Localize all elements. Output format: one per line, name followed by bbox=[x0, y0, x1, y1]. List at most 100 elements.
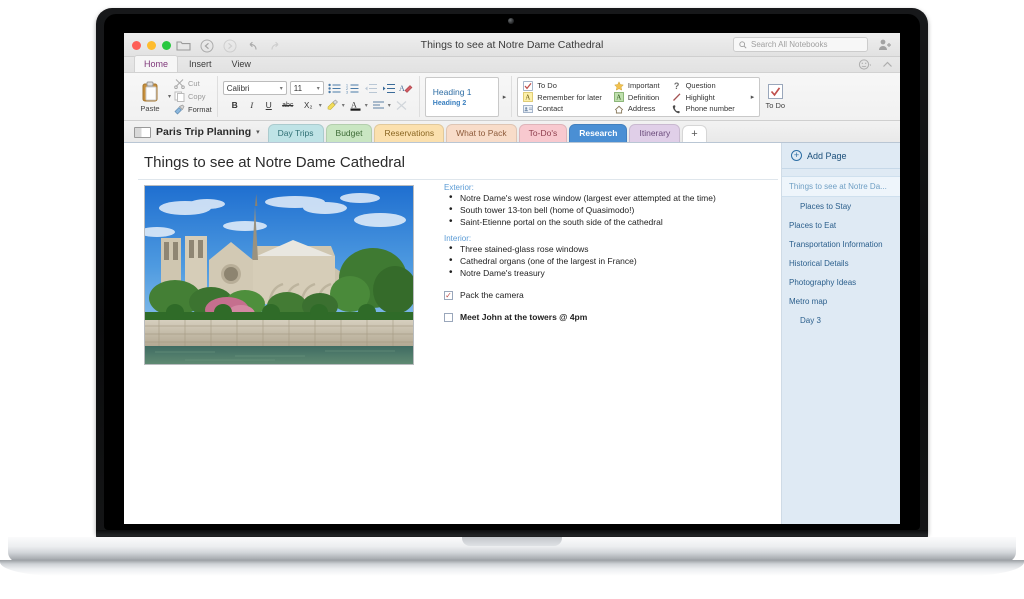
ribbon-tab-insert[interactable]: Insert bbox=[180, 56, 221, 72]
title-divider bbox=[138, 179, 778, 180]
add-section-button[interactable]: + bbox=[682, 125, 707, 142]
chevron-up-icon[interactable] bbox=[881, 58, 894, 71]
todo-item-pack-camera[interactable]: Pack the camera bbox=[444, 290, 744, 301]
scissors-icon bbox=[174, 78, 185, 89]
tag-remember-for-later[interactable]: A Remember for later bbox=[523, 92, 602, 102]
tag-phone-number[interactable]: Phone number bbox=[672, 104, 735, 114]
font-size-value: 11 bbox=[293, 83, 303, 93]
page-title[interactable]: Things to see at Notre Dame Cathedral bbox=[144, 154, 405, 171]
format-painter-label: Format bbox=[188, 105, 212, 114]
font-row-2: B I U abc X₂ ▾ ▾ A ▾ ▾ bbox=[228, 98, 409, 112]
section-tab-what-to-pack[interactable]: What to Pack bbox=[446, 124, 517, 142]
font-size-select[interactable]: 11 ▾ bbox=[289, 81, 324, 95]
tag-definition[interactable]: A Definition bbox=[614, 92, 660, 102]
bulleted-list-button[interactable] bbox=[327, 81, 342, 95]
tag-label: Definition bbox=[627, 92, 660, 102]
add-person-icon[interactable] bbox=[878, 38, 892, 52]
page-list-item-places-to-stay[interactable]: Places to Stay bbox=[782, 197, 900, 216]
page-list-item-day-3[interactable]: Day 3 bbox=[782, 311, 900, 330]
page-list-item-places-to-eat[interactable]: Places to Eat bbox=[782, 216, 900, 235]
tag-label: Contact bbox=[537, 104, 564, 113]
ribbon-tab-home[interactable]: Home bbox=[134, 55, 179, 72]
strikethrough-button[interactable]: abc bbox=[279, 98, 297, 112]
page-canvas[interactable]: Things to see at Notre Dame Cathedral Ex… bbox=[124, 143, 782, 524]
paste-dropdown-caret[interactable]: ▾ bbox=[168, 93, 171, 100]
ribbon-tab-view[interactable]: View bbox=[223, 56, 260, 72]
smiley-icon[interactable] bbox=[858, 58, 872, 71]
tag-highlight[interactable]: Highlight bbox=[672, 92, 735, 102]
section-tab-reservations[interactable]: Reservations bbox=[374, 124, 445, 142]
font-family-select[interactable]: Calibri ▾ bbox=[222, 81, 287, 95]
cut-button[interactable]: Cut bbox=[174, 78, 212, 90]
highlight-color-button[interactable] bbox=[325, 98, 340, 112]
style-heading-2[interactable]: Heading 2 bbox=[433, 100, 498, 107]
page-list-sidebar: + Add Page Things to see at Notre Da... … bbox=[782, 143, 900, 524]
tag-address[interactable]: Address bbox=[614, 104, 660, 114]
red-check-icon bbox=[767, 83, 783, 99]
highlight-dropdown-caret[interactable]: ▾ bbox=[342, 102, 345, 109]
section-tab-itinerary[interactable]: Itinerary bbox=[629, 124, 681, 142]
group-heading-exterior: Exterior: bbox=[444, 183, 474, 192]
list-item: Cathedral organs (one of the largest in … bbox=[444, 255, 744, 268]
styles-expand-caret[interactable]: ▸ bbox=[503, 93, 507, 101]
tag-question[interactable]: ? Question bbox=[672, 81, 735, 91]
align-dropdown-caret[interactable]: ▾ bbox=[388, 102, 391, 109]
tag-important[interactable]: Important bbox=[614, 80, 660, 91]
decrease-indent-button[interactable] bbox=[363, 81, 378, 95]
tag-contact[interactable]: Contact bbox=[523, 104, 602, 114]
search-placeholder: Search All Notebooks bbox=[751, 40, 828, 49]
font-color-button[interactable]: A bbox=[348, 98, 363, 112]
style-heading-1[interactable]: Heading 1 bbox=[433, 87, 498, 97]
section-tab-research[interactable]: Research bbox=[569, 124, 628, 142]
paste-button[interactable]: Paste bbox=[133, 81, 167, 113]
styles-gallery[interactable]: Heading 1 Heading 2 bbox=[424, 76, 499, 117]
ribbon-group-clipboard: Paste ▾ Cut Copy Format bbox=[128, 76, 217, 117]
clipboard-items: Cut Copy Format bbox=[174, 78, 212, 116]
tag-label: To Do bbox=[537, 81, 557, 90]
numbered-list-button[interactable]: 123 bbox=[345, 81, 360, 95]
tags-gallery[interactable]: To Do A Remember for later Contact Impor… bbox=[517, 76, 761, 117]
font-row-1: Calibri ▾ 11 ▾ 123 A bbox=[222, 81, 414, 95]
align-button[interactable] bbox=[371, 98, 386, 112]
format-painter-button[interactable]: Format bbox=[174, 104, 212, 116]
tag-to-do[interactable]: To Do bbox=[523, 80, 602, 91]
increase-indent-button[interactable] bbox=[381, 81, 396, 95]
page-list-item-things-to-see[interactable]: Things to see at Notre Da... bbox=[782, 176, 900, 197]
styles-clear-button[interactable]: A bbox=[399, 81, 414, 95]
notebook-selector[interactable]: Paris Trip Planning ▾ bbox=[124, 126, 268, 142]
italic-button[interactable]: I bbox=[245, 98, 259, 112]
laptop-base-notch bbox=[462, 537, 562, 546]
plus-circle-icon: + bbox=[791, 150, 802, 161]
note-body[interactable]: Exterior: Notre Dame's west rose window … bbox=[444, 183, 744, 323]
svg-text:A: A bbox=[616, 94, 621, 102]
tags-column-2: Important A Definition Address bbox=[614, 80, 660, 114]
page-list-item-historical-details[interactable]: Historical Details bbox=[782, 254, 900, 273]
notre-dame-cathedral-photo[interactable] bbox=[144, 185, 414, 365]
underline-button[interactable]: U bbox=[262, 98, 276, 112]
section-tab-to-dos[interactable]: To-Do's bbox=[518, 124, 568, 142]
checkbox-icon bbox=[523, 80, 534, 91]
checkbox-icon[interactable] bbox=[444, 291, 453, 300]
chevron-down-icon[interactable]: ▾ bbox=[256, 128, 260, 136]
page-list-item-transportation-information[interactable]: Transportation Information bbox=[782, 235, 900, 254]
to-do-tag-button[interactable]: To Do bbox=[760, 83, 790, 110]
tags-expand-caret[interactable]: ▸ bbox=[751, 93, 755, 101]
add-page-button[interactable]: + Add Page bbox=[782, 143, 900, 169]
format-painter-icon bbox=[174, 104, 185, 115]
clear-formatting-button[interactable] bbox=[394, 98, 409, 112]
search-input[interactable]: Search All Notebooks bbox=[733, 37, 868, 52]
checkbox-icon[interactable] bbox=[444, 313, 453, 322]
section-tab-budget[interactable]: Budget bbox=[325, 124, 373, 142]
section-tab-day-trips[interactable]: Day Trips bbox=[267, 124, 324, 142]
copy-button[interactable]: Copy bbox=[174, 91, 212, 103]
page-list-item-photography-ideas[interactable]: Photography Ideas bbox=[782, 273, 900, 292]
subscript-dropdown-caret[interactable]: ▾ bbox=[319, 102, 322, 109]
list-item: Saint-Etienne portal on the south side o… bbox=[444, 216, 744, 229]
page-list-item-metro-map[interactable]: Metro map bbox=[782, 292, 900, 311]
font-color-dropdown-caret[interactable]: ▾ bbox=[365, 102, 368, 109]
question-mark-icon: ? bbox=[673, 80, 680, 91]
bold-button[interactable]: B bbox=[228, 98, 242, 112]
subscript-button[interactable]: X₂ bbox=[300, 98, 317, 112]
todo-item-meet-john[interactable]: Meet John at the towers @ 4pm bbox=[444, 312, 744, 323]
notebook-name: Paris Trip Planning bbox=[156, 126, 252, 138]
